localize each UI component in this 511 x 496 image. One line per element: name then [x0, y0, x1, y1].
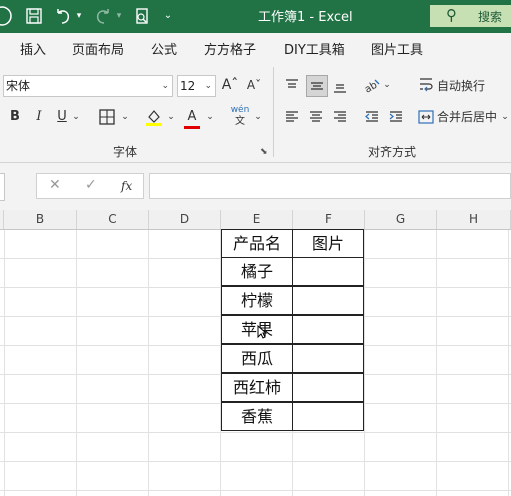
table-cell-image[interactable] — [292, 257, 364, 286]
undo-dropdown-icon[interactable]: ▾ — [73, 4, 85, 28]
tab-picture-tools[interactable]: 图片工具 — [371, 39, 423, 58]
column-header-c[interactable]: C — [77, 210, 149, 229]
font-group-label: 字体 — [113, 145, 138, 159]
chevron-down-icon: ⌄ — [204, 81, 212, 91]
table-cell-image[interactable] — [292, 344, 364, 373]
font-color-label: A — [187, 109, 197, 124]
increase-font-size-button[interactable]: Aˆ — [221, 75, 239, 95]
merge-center-button[interactable]: 合并后居中 — [437, 107, 497, 127]
italic-button[interactable]: I — [31, 107, 47, 127]
save-icon[interactable] — [24, 4, 44, 28]
column-header-h[interactable]: H — [437, 210, 511, 229]
table-cell-product[interactable]: 西红柿 — [221, 373, 293, 402]
phonetic-glyph-icon: 文 — [235, 116, 245, 127]
decrease-indent-icon[interactable] — [362, 107, 382, 132]
decrease-font-size-button[interactable]: Aˇ — [245, 75, 263, 95]
align-middle-icon[interactable] — [306, 75, 328, 97]
align-center-icon[interactable] — [306, 107, 326, 132]
underline-dropdown-icon[interactable]: ⌄ — [71, 107, 81, 127]
chevron-down-icon: ⌄ — [161, 81, 169, 91]
tab-page-layout[interactable]: 页面布局 — [72, 39, 124, 58]
orientation-dropdown-icon[interactable]: ⌄ — [382, 75, 392, 95]
borders-icon[interactable] — [97, 107, 117, 132]
font-name-value: 宋体 — [6, 79, 31, 93]
document-title: 工作簿1 - Excel — [258, 10, 353, 25]
align-right-icon[interactable] — [330, 107, 350, 132]
column-headers: B C D E F G H — [0, 210, 511, 230]
column-header-g[interactable]: G — [365, 210, 437, 229]
formula-buttons: ✕ ✓ fx — [36, 173, 144, 199]
align-left-icon[interactable] — [282, 107, 302, 132]
wrap-text-button[interactable]: 自动换行 — [437, 76, 485, 96]
font-color-button[interactable]: A — [183, 107, 201, 129]
column-header-f[interactable]: F — [293, 210, 365, 229]
redo-icon[interactable] — [93, 4, 113, 28]
cancel-icon[interactable]: ✕ — [49, 177, 61, 193]
column-header-e[interactable]: E — [221, 210, 293, 229]
tab-fangfanggezi[interactable]: 方方格子 — [204, 39, 256, 58]
table-cell-image[interactable] — [292, 373, 364, 402]
table-cell-image[interactable] — [292, 286, 364, 315]
ribbon-tabs: 插入 页面布局 公式 方方格子 DIY工具箱 图片工具 — [0, 33, 511, 63]
group-separator — [273, 67, 274, 157]
bold-button[interactable]: B — [7, 107, 23, 127]
fill-color-icon[interactable] — [144, 107, 164, 133]
ribbon-home: 宋体 ⌄ 12 ⌄ Aˆ Aˇ B I U ⌄ ⌄ ⌄ A ⌄ wén 文 ⌄ … — [0, 63, 511, 163]
tab-insert[interactable]: 插入 — [20, 39, 46, 58]
font-color-swatch — [184, 126, 200, 129]
column-header-d[interactable]: D — [149, 210, 221, 229]
font-size-value: 12 — [180, 79, 196, 93]
align-bottom-icon[interactable] — [330, 76, 350, 96]
alignment-group-label: 对齐方式 — [368, 145, 417, 159]
mouse-cursor-icon — [257, 324, 268, 343]
phonetic-dropdown-icon[interactable]: ⌄ — [253, 107, 263, 127]
borders-dropdown-icon[interactable]: ⌄ — [120, 107, 130, 127]
table-cell-product[interactable]: 柠檬 — [221, 286, 293, 315]
phonetic-label: wén — [230, 105, 250, 115]
name-box[interactable] — [0, 173, 5, 201]
merge-center-dropdown-icon[interactable]: ⌄ — [500, 107, 510, 127]
redo-dropdown-icon[interactable]: ▾ — [113, 4, 125, 28]
app-icon[interactable] — [0, 4, 14, 28]
enter-icon[interactable]: ✓ — [85, 177, 97, 193]
align-top-icon[interactable] — [282, 76, 302, 96]
wrap-text-icon[interactable] — [417, 75, 435, 101]
search-box[interactable]: ⚲ 搜索 — [430, 5, 511, 27]
fill-color-dropdown-icon[interactable]: ⌄ — [166, 107, 176, 127]
table-cell-product[interactable]: 西瓜 — [221, 344, 293, 373]
print-preview-icon[interactable] — [132, 4, 152, 28]
table-header-product[interactable]: 产品名 — [221, 229, 293, 258]
tab-formulas[interactable]: 公式 — [151, 39, 177, 58]
formula-input[interactable] — [149, 173, 511, 199]
table-cell-image[interactable] — [292, 315, 364, 344]
font-dialog-launcher-icon[interactable]: ⬊ — [260, 147, 268, 157]
search-icon: ⚲ — [446, 6, 457, 24]
column-header-b[interactable]: B — [4, 210, 77, 229]
customize-quick-access-icon[interactable]: ⌄ — [160, 4, 176, 28]
table-cell-product[interactable]: 橘子 — [221, 257, 293, 286]
orientation-icon[interactable]: ab — [362, 75, 382, 101]
search-label: 搜索 — [478, 10, 503, 24]
formula-bar: ✕ ✓ fx — [0, 163, 511, 210]
font-size-select[interactable]: 12 ⌄ — [177, 75, 216, 97]
insert-function-icon[interactable]: fx — [121, 179, 132, 193]
table-cell-product[interactable]: 香蕉 — [221, 402, 293, 431]
undo-icon[interactable] — [53, 4, 73, 28]
underline-button[interactable]: U — [55, 107, 69, 127]
table-cell-image[interactable] — [292, 402, 364, 431]
font-name-select[interactable]: 宋体 ⌄ — [3, 75, 173, 97]
increase-indent-icon[interactable] — [386, 107, 406, 132]
phonetic-guide-button[interactable]: wén 文 — [229, 105, 251, 127]
font-color-dropdown-icon[interactable]: ⌄ — [205, 107, 215, 127]
tab-diy-toolbox[interactable]: DIY工具箱 — [284, 39, 345, 58]
merge-center-icon[interactable] — [417, 107, 435, 132]
table-header-image[interactable]: 图片 — [292, 229, 364, 258]
title-bar: ▾ ▾ ⌄ 工作簿1 - Excel ⚲ 搜索 — [0, 0, 511, 33]
